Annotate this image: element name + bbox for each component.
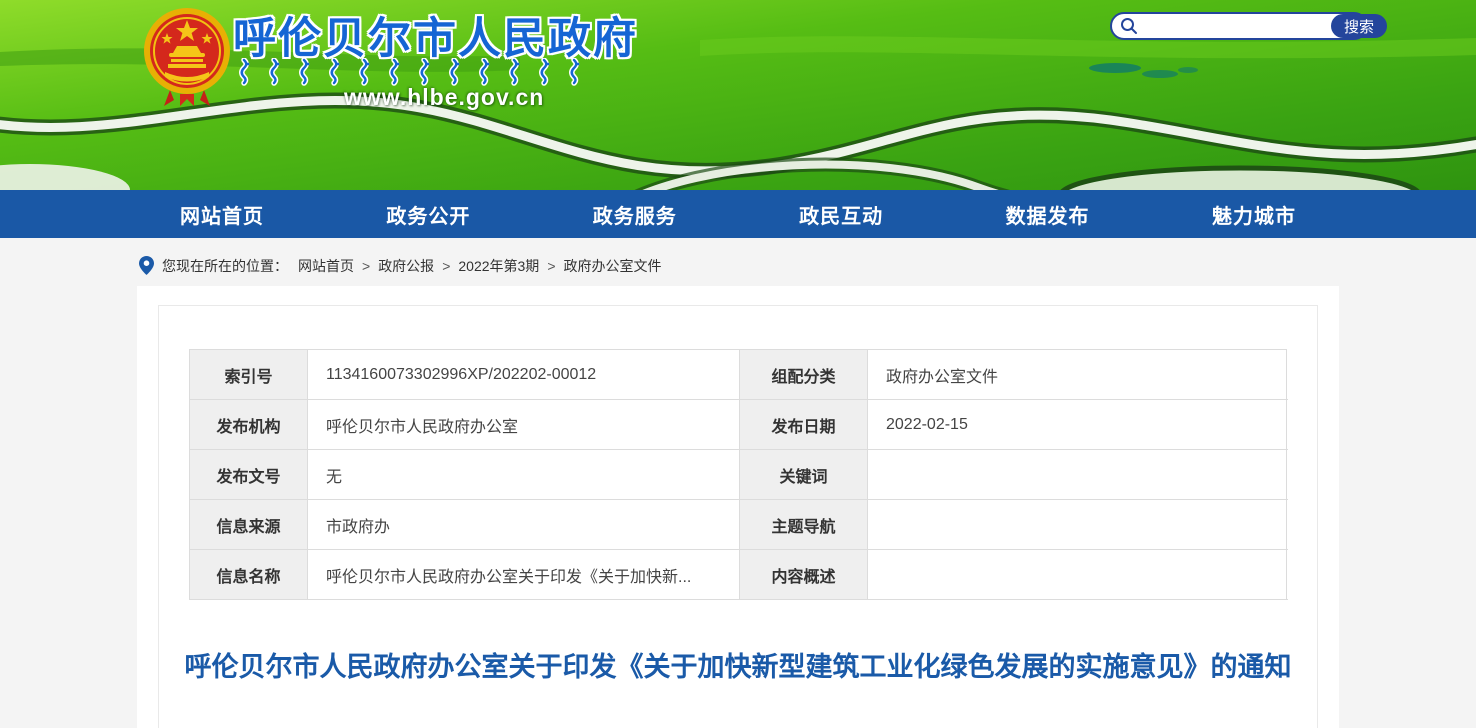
breadcrumb: 您现在所在的位置： 网站首页 > 政府公报 > 2022年第3期 > 政府办公室… <box>137 238 1339 278</box>
meta-value-index-no: 1134160073302996XP/202202-00012 <box>308 350 740 400</box>
meta-label-category: 组配分类 <box>740 350 868 400</box>
meta-value-doc-no: 无 <box>308 450 740 500</box>
meta-value-category: 政府办公室文件 <box>868 350 1288 400</box>
search-box: 搜索 <box>1110 12 1368 40</box>
meta-label-issuing-org: 发布机构 <box>190 400 308 450</box>
meta-label-info-name: 信息名称 <box>190 550 308 600</box>
search-button[interactable]: 搜索 <box>1331 14 1387 38</box>
document-title: 呼伦贝尔市人民政府办公室关于印发《关于加快新型建筑工业化绿色发展的实施意见》的通… <box>178 647 1298 687</box>
nav-item-interaction[interactable]: 政民互动 <box>799 200 883 229</box>
nav-item-gov-services[interactable]: 政务服务 <box>593 200 677 229</box>
breadcrumb-separator: > <box>442 258 450 274</box>
document-meta-table: 索引号 1134160073302996XP/202202-00012 组配分类… <box>189 349 1287 600</box>
meta-label-pub-date: 发布日期 <box>740 400 868 450</box>
meta-label-source: 信息来源 <box>190 500 308 550</box>
content-card: 索引号 1134160073302996XP/202202-00012 组配分类… <box>137 286 1339 728</box>
content-inner-panel: 索引号 1134160073302996XP/202202-00012 组配分类… <box>158 305 1318 728</box>
site-title: 呼伦贝尔市人民政府 <box>233 4 638 66</box>
meta-label-summary: 内容概述 <box>740 550 868 600</box>
nav-item-home[interactable]: 网站首页 <box>180 200 264 229</box>
meta-value-source: 市政府办 <box>308 500 740 550</box>
breadcrumb-separator: > <box>547 258 555 274</box>
breadcrumb-prefix: 您现在所在的位置： <box>162 256 288 276</box>
mongolian-script <box>238 58 598 86</box>
breadcrumb-separator: > <box>362 258 370 274</box>
breadcrumb-link-issue[interactable]: 2022年第3期 <box>458 256 539 276</box>
breadcrumb-link-category[interactable]: 政府办公室文件 <box>564 256 662 276</box>
meta-label-keywords: 关键词 <box>740 450 868 500</box>
breadcrumb-link-gazette[interactable]: 政府公报 <box>378 256 434 276</box>
meta-value-topic-nav <box>868 500 1288 550</box>
nav-item-city-charm[interactable]: 魅力城市 <box>1212 200 1296 229</box>
meta-value-pub-date: 2022-02-15 <box>868 400 1288 450</box>
main-navbar: 网站首页 政务公开 政务服务 政民互动 数据发布 魅力城市 <box>0 190 1476 238</box>
meta-value-issuing-org: 呼伦贝尔市人民政府办公室 <box>308 400 740 450</box>
site-url: www.hlbe.gov.cn <box>344 84 544 111</box>
search-icon <box>1120 17 1138 35</box>
meta-value-keywords <box>868 450 1288 500</box>
site-banner: 呼伦贝尔市人民政府 www.hlbe.gov.cn 搜索 <box>0 0 1476 190</box>
meta-value-summary <box>868 550 1288 600</box>
meta-label-doc-no: 发布文号 <box>190 450 308 500</box>
meta-value-info-name: 呼伦贝尔市人民政府办公室关于印发《关于加快新... <box>308 550 740 600</box>
meta-label-index-no: 索引号 <box>190 350 308 400</box>
location-pin-icon <box>139 256 154 275</box>
nav-item-data-release[interactable]: 数据发布 <box>1006 200 1090 229</box>
search-input[interactable] <box>1144 16 1325 36</box>
meta-label-topic-nav: 主题导航 <box>740 500 868 550</box>
breadcrumb-link-home[interactable]: 网站首页 <box>298 256 354 276</box>
nav-item-gov-info[interactable]: 政务公开 <box>386 200 470 229</box>
national-emblem-icon <box>140 6 234 110</box>
